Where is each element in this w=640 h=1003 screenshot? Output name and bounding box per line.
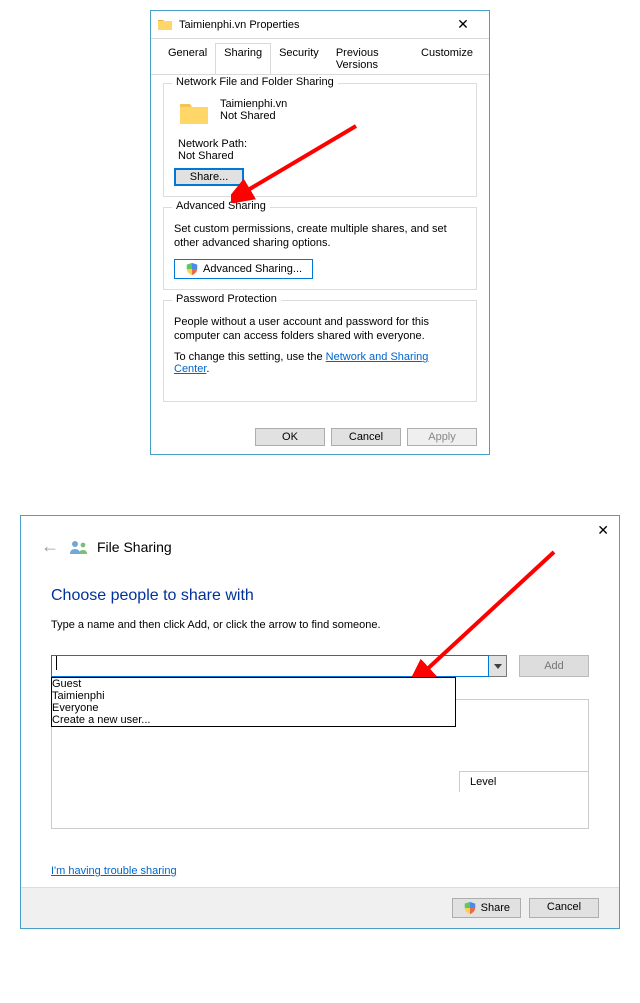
dropdown-item-create-user[interactable]: Create a new user... <box>52 714 455 726</box>
folder-icon <box>157 17 173 33</box>
group-title: Network File and Folder Sharing <box>172 76 338 88</box>
folder-name-label: Taimienphi.vn <box>220 98 287 110</box>
close-button[interactable]: ✕ <box>597 522 609 539</box>
name-combo-row: Add Guest Taimienphi Everyone Create a n… <box>51 655 589 677</box>
instruction-text: Type a name and then click Add, or click… <box>51 619 589 631</box>
network-path-label: Network Path: <box>178 138 466 150</box>
dropdown-list: Guest Taimienphi Everyone Create a new u… <box>51 677 456 727</box>
dropdown-item-taimienphi[interactable]: Taimienphi <box>52 690 455 702</box>
ok-button[interactable]: OK <box>255 428 325 446</box>
properties-dialog: Taimienphi.vn Properties ✕ General Shari… <box>150 10 490 455</box>
share-status-label: Not Shared <box>220 110 287 122</box>
trouble-sharing-link[interactable]: I'm having trouble sharing <box>51 865 177 877</box>
chevron-down-icon <box>494 664 502 669</box>
tab-customize[interactable]: Customize <box>412 43 482 74</box>
dialog-footer: Share Cancel <box>21 887 619 928</box>
dropdown-item-guest[interactable]: Guest <box>52 678 455 690</box>
titlebar[interactable]: Taimienphi.vn Properties ✕ <box>151 11 489 39</box>
share-button[interactable]: Share... <box>174 168 244 186</box>
network-sharing-group: Network File and Folder Sharing Taimienp… <box>163 83 477 197</box>
tab-content: Network File and Folder Sharing Taimienp… <box>151 75 489 420</box>
dropdown-item-everyone[interactable]: Everyone <box>52 702 455 714</box>
password-text-2: To change this setting, use the Network … <box>174 351 466 375</box>
name-input[interactable] <box>51 655 489 677</box>
share-button[interactable]: Share <box>452 898 521 918</box>
permission-level-header: Level <box>459 771 589 792</box>
dialog-header: ← File Sharing <box>21 516 619 567</box>
group-title: Advanced Sharing <box>172 200 270 212</box>
apply-button[interactable]: Apply <box>407 428 477 446</box>
tab-sharing[interactable]: Sharing <box>215 43 271 74</box>
file-sharing-dialog: ✕ ← File Sharing Choose people to share … <box>20 515 620 929</box>
folder-icon <box>178 98 210 130</box>
password-text-1: People without a user account and passwo… <box>174 315 466 344</box>
tab-previous-versions[interactable]: Previous Versions <box>327 43 413 74</box>
cancel-button[interactable]: Cancel <box>529 898 599 918</box>
file-sharing-icon <box>69 539 89 555</box>
advanced-sharing-label: Advanced Sharing... <box>203 263 302 275</box>
tab-strip: General Sharing Security Previous Versio… <box>151 39 489 75</box>
tab-security[interactable]: Security <box>270 43 328 74</box>
advanced-description: Set custom permissions, create multiple … <box>174 222 466 251</box>
tab-general[interactable]: General <box>159 43 216 74</box>
advanced-sharing-button[interactable]: Advanced Sharing... <box>174 259 313 279</box>
password-protection-group: Password Protection People without a use… <box>163 300 477 403</box>
dialog-footer: OK Cancel Apply <box>151 420 489 454</box>
combo-dropdown-button[interactable] <box>489 655 507 677</box>
shield-icon <box>185 262 199 276</box>
dialog-title: File Sharing <box>97 539 172 555</box>
shield-icon <box>463 901 477 915</box>
dialog-title: Taimienphi.vn Properties <box>179 19 443 31</box>
back-arrow-icon[interactable]: ← <box>41 536 59 557</box>
cancel-button[interactable]: Cancel <box>331 428 401 446</box>
share-button-label: Share <box>481 902 510 914</box>
heading: Choose people to share with <box>51 587 589 605</box>
network-path-value: Not Shared <box>178 150 466 162</box>
advanced-sharing-group: Advanced Sharing Set custom permissions,… <box>163 207 477 290</box>
add-button[interactable]: Add <box>519 655 589 677</box>
close-button[interactable]: ✕ <box>443 16 483 33</box>
dialog-body: Choose people to share with Type a name … <box>21 567 619 887</box>
group-title: Password Protection <box>172 293 281 305</box>
